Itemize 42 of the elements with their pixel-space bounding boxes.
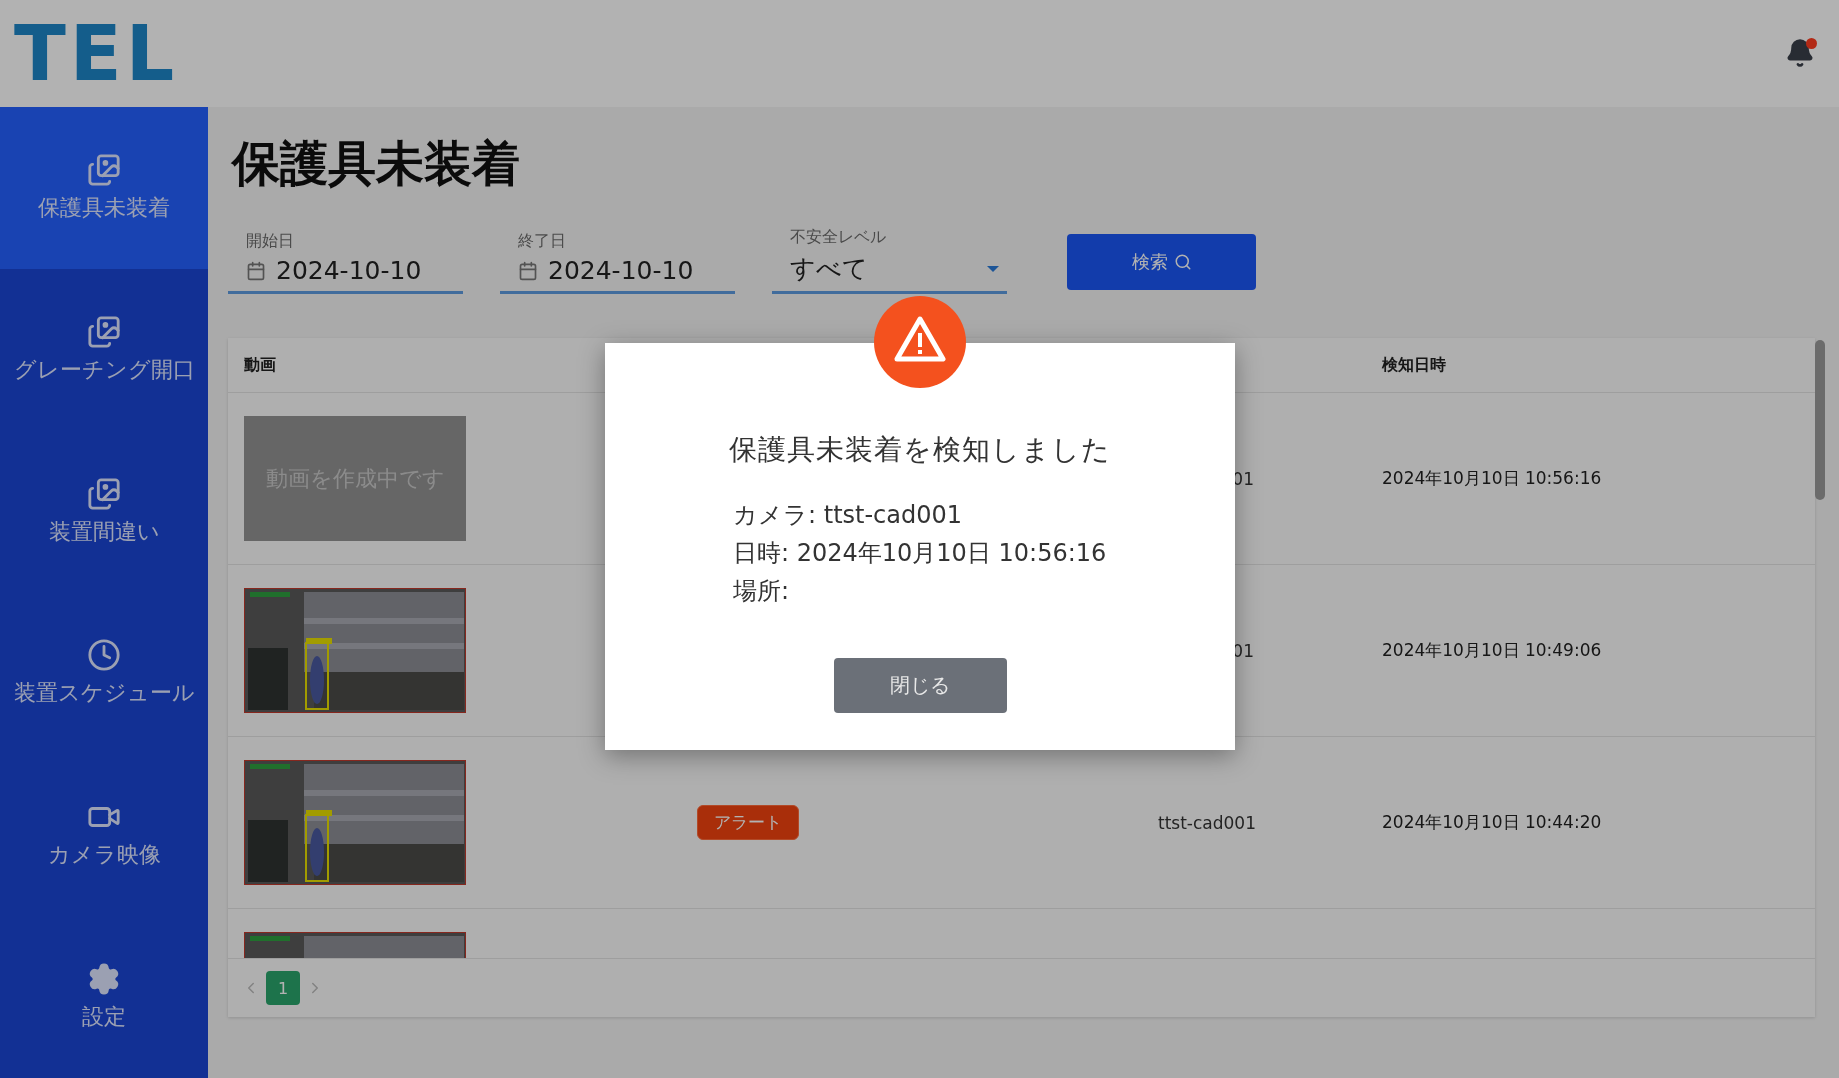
clock-icon xyxy=(87,638,121,673)
date-field[interactable]: 開始日 2024-10-10 xyxy=(228,231,463,294)
page-title: 保護具未装着 xyxy=(232,134,521,193)
notification-bell-icon[interactable] xyxy=(1785,37,1815,70)
table-cell-text: 2024年10月10日 10:49:06 xyxy=(1382,639,1603,662)
column-header: 検知日時 xyxy=(1382,354,1447,376)
column-header: 動画 xyxy=(244,354,277,376)
select-field[interactable]: 不安全レベル すべて xyxy=(772,227,1007,294)
settings-icon xyxy=(87,962,121,997)
table-cell-text: 2024年10月10日 10:44:20 xyxy=(1382,811,1603,834)
date-field[interactable]: 終了日 2024-10-10 xyxy=(500,231,735,294)
scrollbar[interactable] xyxy=(1815,340,1825,500)
field-value: すべて xyxy=(790,253,868,285)
sidebar-item[interactable]: カメラ映像 xyxy=(0,754,208,917)
search-button[interactable]: 検索 xyxy=(1067,234,1256,290)
calendar-icon xyxy=(518,260,538,281)
sidebar-item[interactable]: 装置間違い xyxy=(0,430,208,593)
sidebar-item[interactable]: 装置スケジュール xyxy=(0,592,208,755)
dialog-detail: 場所: xyxy=(733,576,791,607)
dialog-detail: カメラ: ttst-cad001 xyxy=(733,500,964,531)
calendar-icon xyxy=(246,260,266,281)
search-icon xyxy=(1173,253,1192,271)
sidebar-item[interactable]: 設定 xyxy=(0,916,208,1078)
photos-icon xyxy=(87,476,121,511)
field-label: 不安全レベル xyxy=(790,227,887,248)
table-cell: ttst-cad001 xyxy=(1158,812,1254,833)
caret-icon xyxy=(987,265,999,272)
sidebar-item[interactable]: グレーチング開口 xyxy=(0,268,208,431)
dialog-title: 保護具未装着を検知しました xyxy=(729,432,1111,468)
field-label: 終了日 xyxy=(518,231,567,252)
alert-badge: アラート xyxy=(697,805,799,840)
field-value: 2024-10-10 xyxy=(548,256,694,285)
photos-icon xyxy=(87,152,121,187)
field-label: 開始日 xyxy=(246,231,295,252)
photos-icon xyxy=(87,314,121,349)
field-value: 2024-10-10 xyxy=(276,256,422,285)
logo: TEL xyxy=(14,15,179,92)
dialog-detail: 日時: 2024年10月10日 10:56:16 xyxy=(733,538,1107,569)
page-button[interactable]: 1 xyxy=(266,971,300,1005)
sidebar-item[interactable]: 保護具未装着 xyxy=(0,107,208,269)
close-button[interactable]: 閉じる xyxy=(833,658,1007,713)
table-cell-text: 2024年10月10日 10:56:16 xyxy=(1382,467,1603,490)
